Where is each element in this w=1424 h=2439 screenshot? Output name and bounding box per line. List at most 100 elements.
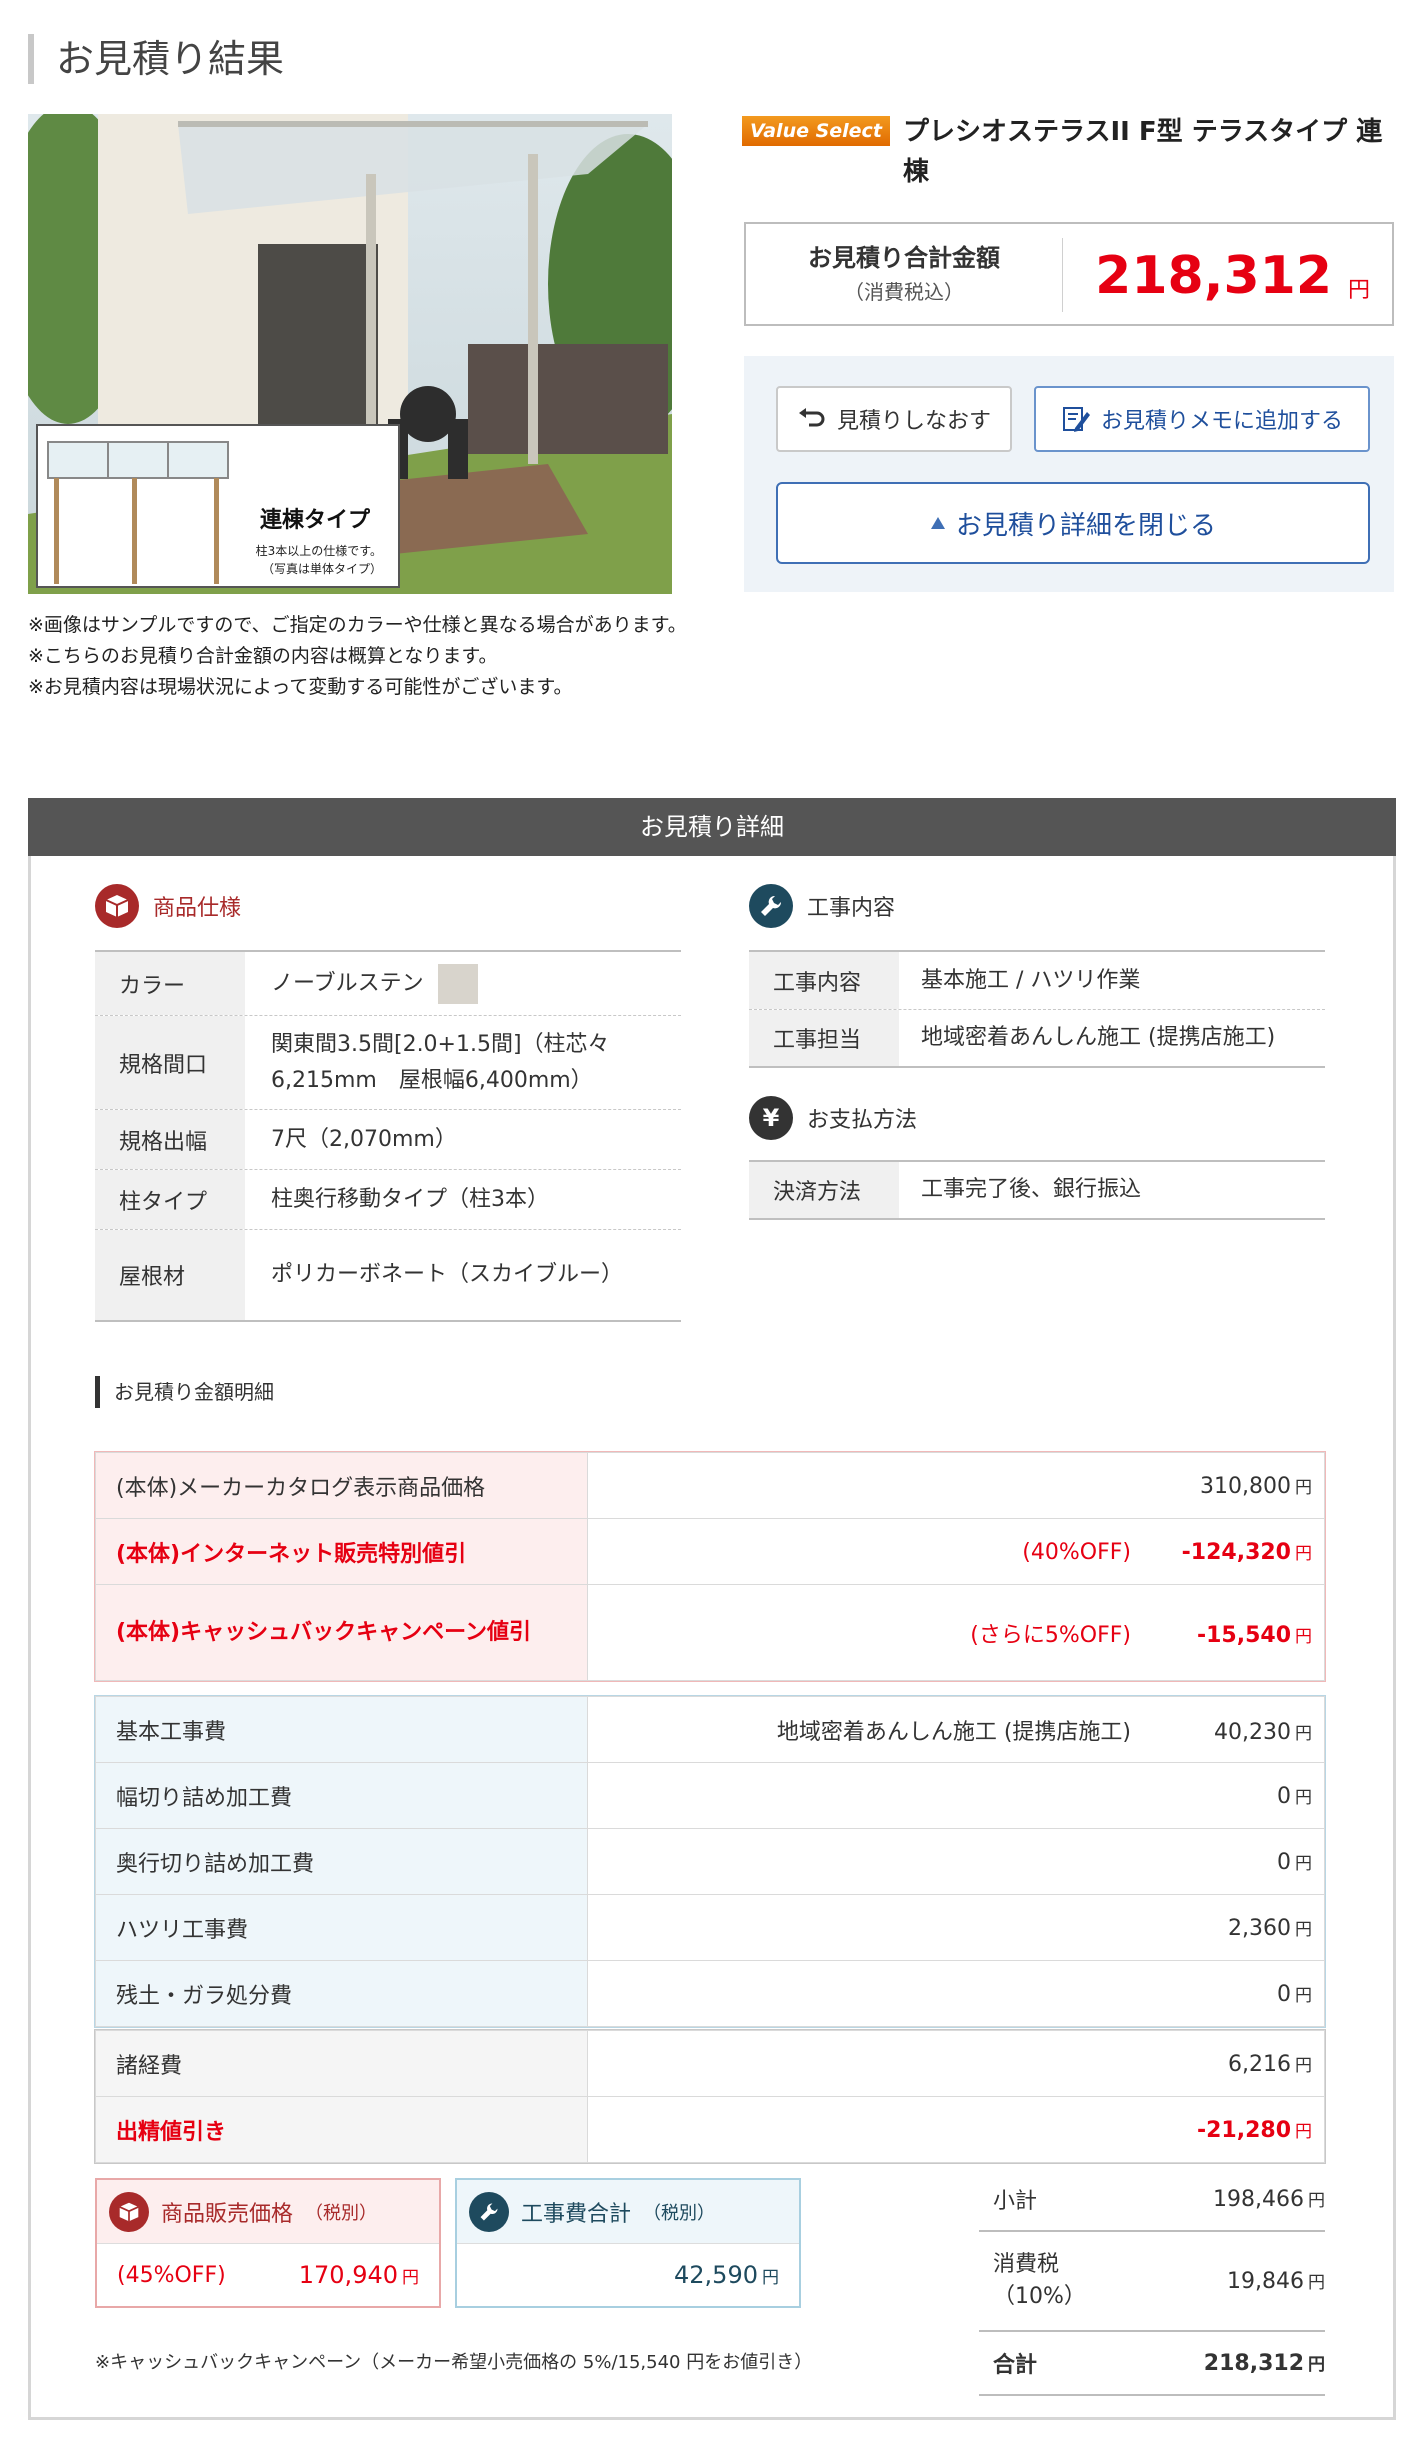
total-tax-note: （消費税込） [844,280,964,304]
spec-title-text: 商品仕様 [153,896,242,921]
table-row: 奥行切り詰め加工費 0円 [95,1828,1325,1895]
value-select-badge: Value Select [742,116,890,146]
table-row: (本体)メーカーカタログ表示商品価格 310,800 円 [95,1452,1325,1519]
total-unit: 円 [1347,278,1370,303]
work-total-value: 42,590 [674,2261,758,2289]
table-row: 出精値引き -21,280 円 [95,2096,1325,2163]
product-discount-rate: (45%OFF) [117,2262,226,2288]
connected-type-inset: 連棟タイプ 柱3本以上の仕様です。 （写真は単体タイプ） [36,424,400,588]
breakdown-title: お見積り金額明細 [95,1376,274,1408]
image-notes: ※画像はサンプルですので、ご指定のカラーや仕様と異なる場合があります。 ※こちら… [28,610,688,703]
triangle-up-icon [930,517,945,529]
product-image: 連棟タイプ 柱3本以上の仕様です。 （写真は単体タイプ） [28,114,672,594]
row-label: 奥行切り詰め加工費 [95,1828,588,1895]
product-price-label: 商品販売価格 [161,2201,294,2227]
table-row: ハツリ工事費 2,360 円 [95,1894,1325,1961]
table-row: (本体)インターネット販売特別値引 (40%OFF) -124,320 円 [95,1518,1325,1585]
spec-row: 規格間口 関東間3.5間[2.0+1.5間]（柱芯々6,215mm 屋根幅6,4… [95,1016,681,1110]
close-details-button[interactable]: お見積り詳細を閉じる [776,482,1370,564]
spec-row: カラー ノーブルステン [95,952,681,1016]
close-details-label: お見積り詳細を閉じる [955,510,1216,541]
product-price-summary: 商品販売価格 （税別） (45%OFF) 170,940 円 [95,2178,441,2308]
row-amount: 40,230 [1214,1719,1291,1745]
spec-label: 規格間口 [95,1016,245,1109]
row-label: 出精値引き [95,2096,588,2163]
yen-icon: ¥ [749,1096,793,1140]
redo-estimate-label: 見積りしなおす [836,409,991,434]
subtotal-value: 198,466 [1213,2187,1304,2212]
spec-row: 柱タイプ 柱奥行移動タイプ（柱3本） [95,1170,681,1230]
row-label: ハツリ工事費 [95,1894,588,1961]
add-memo-button[interactable]: お見積りメモに追加する [1034,386,1370,452]
box-icon [109,2191,149,2232]
payment-label: 決済方法 [749,1162,899,1218]
row-amount: 0 [1277,1981,1291,2007]
add-memo-label: お見積りメモに追加する [1100,409,1343,434]
subtotal-row: 小計 198,466 円 [979,2168,1325,2232]
estimate-detail-section: お見積り詳細 商品仕様 カラー ノーブルステン 規格間口 関東間3.5間[2.0… [28,798,1396,2420]
table-row: 幅切り詰め加工費 0円 [95,1762,1325,1829]
grand-total-value: 218,312 [1203,2351,1304,2376]
row-label: (本体)キャッシュバックキャンペーン値引 [95,1584,588,1681]
spec-label: カラー [95,952,245,1015]
inset-title: 連棟タイプ [259,508,370,533]
spec-table: カラー ノーブルステン 規格間口 関東間3.5間[2.0+1.5間]（柱芯々6,… [95,950,681,1322]
product-price-tax: （税別） [305,2202,378,2224]
table-row: 残土・ガラ処分費 0円 [95,1960,1325,2027]
work-total-summary: 工事費合計 （税別） 42,590 円 [455,2178,801,2308]
row-amount: 2,360 [1228,1915,1291,1941]
total-box: お見積り合計金額 （消費税込） 218,312 円 [744,222,1394,326]
row-label: (本体)メーカーカタログ表示商品価格 [95,1452,588,1519]
row-label: 幅切り詰め加工費 [95,1762,588,1829]
payment-section-title: ¥ お支払方法 [749,1096,917,1140]
work-label: 工事内容 [749,952,899,1009]
spec-value: 7尺（2,070mm） [271,1126,457,1152]
row-amount: -21,280 [1196,2117,1291,2143]
work-value: 地域密着あんしん施工 (提携店施工) [921,1025,1276,1050]
spec-label: 柱タイプ [95,1170,245,1229]
work-label: 工事担当 [749,1010,899,1066]
table-row: (本体)キャッシュバックキャンペーン値引 (さらに5%OFF) -15,540 円 [95,1584,1325,1681]
tax-label: 消費税 （10%） [993,2252,1086,2309]
row-amount: 6,216 [1228,2051,1291,2077]
redo-estimate-button[interactable]: 見積りしなおす [776,386,1012,452]
payment-row: 決済方法 工事完了後、銀行振込 [749,1162,1325,1220]
product-price-table: (本体)メーカーカタログ表示商品価格 310,800 円 (本体)インターネット販… [94,1451,1326,1682]
product-name: プレシオステラスII F型 テラスタイプ 連棟 [903,117,1383,187]
table-row: 基本工事費 地域密着あんしん施工 (提携店施工) 40,230 円 [95,1696,1325,1763]
spec-value: ポリカーボネート（スカイブルー） [271,1262,624,1287]
row-label: 基本工事費 [95,1696,588,1763]
note-line: ※お見積内容は現場状況によって変動する可能性がございます。 [28,676,573,698]
work-section-title: 工事内容 [749,884,895,928]
memo-pencil-icon [1062,407,1090,432]
grand-total-row: 合計 218,312 円 [979,2332,1325,2396]
row-label: (本体)インターネット販売特別値引 [95,1518,588,1585]
action-panel: 見積りしなおす お見積りメモに追加する お見積り詳細を閉じる [744,356,1394,592]
spec-value: 柱奥行移動タイプ（柱3本） [271,1186,549,1212]
wrench-icon [749,884,793,928]
work-value: 基本施工 / ハツリ作業 [921,967,1141,993]
return-arrow-icon [798,408,825,427]
row-label: 諸経費 [95,2030,588,2097]
spec-row: 屋根材 ポリカーボネート（スカイブルー） [95,1230,681,1322]
table-row: 諸経費 6,216 円 [95,2030,1325,2097]
totals-table: 小計 198,466 円 消費税 （10%） 19,846 円 合計 218,312… [979,2168,1325,2396]
grand-total-label: 合計 [993,2353,1038,2378]
payment-table: 決済方法 工事完了後、銀行振込 [749,1160,1325,1220]
spec-label: 規格出幅 [95,1110,245,1169]
note-line: ※画像はサンプルですので、ご指定のカラーや仕様と異なる場合があります。 [28,614,687,636]
row-amount: 310,800 [1200,1473,1291,1499]
work-row: 工事担当 地域密着あんしん施工 (提携店施工) [749,1010,1325,1068]
product-price-value: 170,940 [298,2261,398,2289]
tax-value: 19,846 [1227,2269,1304,2294]
work-title-text: 工事内容 [807,896,896,921]
work-cost-table: 基本工事費 地域密着あんしん施工 (提携店施工) 40,230 円 幅切り詰め加工費… [94,1695,1326,2028]
row-label: 残土・ガラ処分費 [95,1960,588,2027]
total-amount: 218,312 [1095,246,1332,306]
detail-header: お見積り詳細 [28,798,1396,856]
row-amount: -15,540 [1196,1622,1291,1648]
page-title: お見積り結果 [28,34,284,84]
wrench-icon [469,2191,509,2232]
work-table: 工事内容 基本施工 / ハツリ作業 工事担当 地域密着あんしん施工 (提携店施工… [749,950,1325,1068]
total-label: お見積り合計金額 [808,244,1000,272]
